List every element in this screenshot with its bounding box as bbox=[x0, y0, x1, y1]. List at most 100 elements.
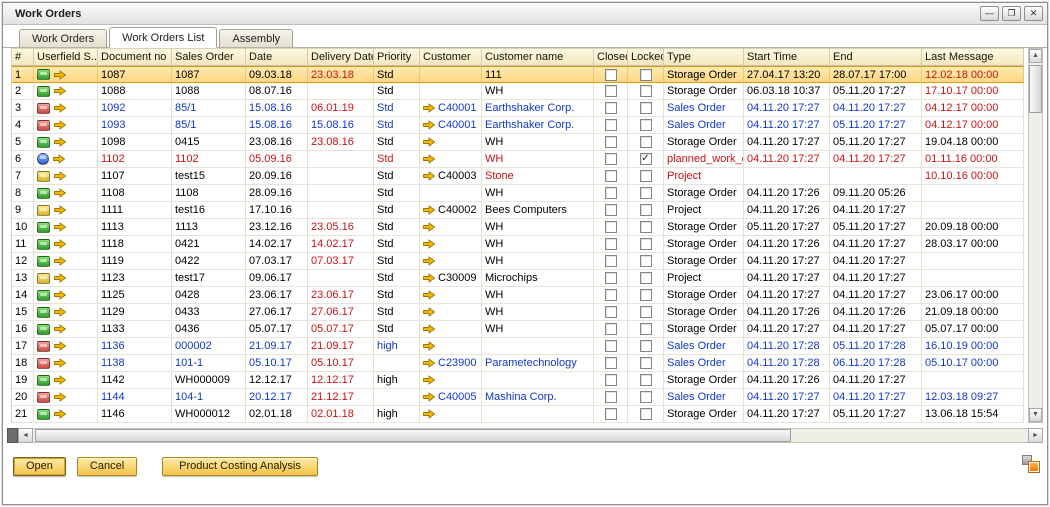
work-order-row-1[interactable]: 11087108709.03.1823.03.18Std111Storage O… bbox=[12, 66, 1024, 83]
date-cell[interactable]: 14.02.17 bbox=[246, 236, 308, 253]
sales-order-cell[interactable]: 101-1 bbox=[172, 355, 246, 372]
work-order-row-7[interactable]: 71107test1520.09.16StdC40003StoneProject… bbox=[12, 168, 1024, 185]
closed-checkbox[interactable] bbox=[605, 204, 617, 216]
closed-checkbox[interactable] bbox=[605, 391, 617, 403]
customer-link-arrow-icon[interactable] bbox=[423, 256, 435, 266]
column-header-date[interactable]: Date bbox=[246, 48, 308, 66]
priority-cell[interactable]: Std bbox=[374, 66, 420, 83]
last-message-cell[interactable] bbox=[922, 202, 1024, 219]
document-no-cell[interactable]: 1093 bbox=[98, 117, 172, 134]
delivery-date-cell[interactable]: 05.10.17 bbox=[308, 355, 374, 372]
end-cell[interactable]: 04.11.20 17:27 bbox=[830, 287, 922, 304]
document-no-cell[interactable]: 1087 bbox=[98, 66, 172, 83]
sales-order-cell[interactable]: 0436 bbox=[172, 321, 246, 338]
end-cell[interactable]: 04.11.20 17:27 bbox=[830, 253, 922, 270]
customer-cell[interactable]: C40003 bbox=[420, 168, 482, 185]
locked-checkbox[interactable] bbox=[640, 102, 652, 114]
row-number-cell[interactable]: 11 bbox=[12, 236, 34, 253]
userfield-cell[interactable] bbox=[34, 236, 98, 253]
closed-checkbox[interactable] bbox=[605, 289, 617, 301]
customer-cell[interactable]: C40001 bbox=[420, 100, 482, 117]
customer-name-cell[interactable]: WH bbox=[482, 304, 594, 321]
start-time-cell[interactable]: 04.11.20 17:28 bbox=[744, 355, 830, 372]
work-order-row-6[interactable]: 61102110205.09.16StdWH✓planned_work_o04.… bbox=[12, 151, 1024, 168]
work-order-row-11[interactable]: 111118042114.02.1714.02.17StdWHStorage O… bbox=[12, 236, 1024, 253]
delivery-date-cell[interactable]: 23.05.16 bbox=[308, 219, 374, 236]
cancel-button[interactable]: Cancel bbox=[77, 457, 137, 476]
priority-cell[interactable]: Std bbox=[374, 134, 420, 151]
document-link-arrow-icon[interactable] bbox=[54, 239, 66, 249]
document-no-cell[interactable]: 1125 bbox=[98, 287, 172, 304]
vertical-scroll-track[interactable] bbox=[1029, 63, 1042, 408]
priority-cell[interactable]: Std bbox=[374, 270, 420, 287]
work-order-row-19[interactable]: 191142WH00000912.12.1712.12.17highStorag… bbox=[12, 372, 1024, 389]
customer-link-arrow-icon[interactable] bbox=[423, 120, 435, 130]
customer-name-cell[interactable]: Bees Computers bbox=[482, 202, 594, 219]
customer-cell[interactable] bbox=[420, 83, 482, 100]
userfield-cell[interactable] bbox=[34, 168, 98, 185]
customer-cell[interactable] bbox=[420, 372, 482, 389]
userfield-cell[interactable] bbox=[34, 134, 98, 151]
sales-order-cell[interactable]: 0422 bbox=[172, 253, 246, 270]
sales-order-cell[interactable]: 85/1 bbox=[172, 100, 246, 117]
closed-checkbox[interactable] bbox=[605, 357, 617, 369]
userfield-cell[interactable] bbox=[34, 287, 98, 304]
start-time-cell[interactable]: 04.11.20 17:27 bbox=[744, 406, 830, 423]
locked-checkbox[interactable] bbox=[640, 85, 652, 97]
customer-cell[interactable] bbox=[420, 304, 482, 321]
delivery-date-cell[interactable]: 15.08.16 bbox=[308, 117, 374, 134]
document-no-cell[interactable]: 1088 bbox=[98, 83, 172, 100]
sales-order-cell[interactable]: 1108 bbox=[172, 185, 246, 202]
date-cell[interactable]: 02.01.18 bbox=[246, 406, 308, 423]
column-header-sales-order[interactable]: Sales Order bbox=[172, 48, 246, 66]
customer-link-arrow-icon[interactable] bbox=[423, 171, 435, 181]
document-link-arrow-icon[interactable] bbox=[54, 137, 66, 147]
end-cell[interactable]: 28.07.17 17:00 bbox=[830, 66, 922, 83]
date-cell[interactable]: 15.08.16 bbox=[246, 117, 308, 134]
locked-checkbox[interactable] bbox=[640, 391, 652, 403]
document-link-arrow-icon[interactable] bbox=[54, 324, 66, 334]
date-cell[interactable]: 20.09.16 bbox=[246, 168, 308, 185]
column-header-type[interactable]: Type bbox=[664, 48, 744, 66]
customer-cell[interactable] bbox=[420, 321, 482, 338]
locked-checkbox[interactable] bbox=[640, 255, 652, 267]
locked-checkbox[interactable] bbox=[640, 221, 652, 233]
delivery-date-cell[interactable]: 23.06.17 bbox=[308, 287, 374, 304]
sales-order-cell[interactable]: 0421 bbox=[172, 236, 246, 253]
type-cell[interactable]: Storage Order bbox=[664, 236, 744, 253]
delivery-date-cell[interactable]: 21.09.17 bbox=[308, 338, 374, 355]
customer-cell[interactable] bbox=[420, 134, 482, 151]
locked-checkbox[interactable] bbox=[640, 204, 652, 216]
date-cell[interactable]: 07.03.17 bbox=[246, 253, 308, 270]
end-cell[interactable]: 05.11.20 17:27 bbox=[830, 134, 922, 151]
customer-name-cell[interactable]: WH bbox=[482, 185, 594, 202]
delivery-date-cell[interactable] bbox=[308, 168, 374, 185]
customer-name-cell[interactable]: WH bbox=[482, 134, 594, 151]
locked-checkbox[interactable] bbox=[640, 238, 652, 250]
closed-checkbox[interactable] bbox=[605, 119, 617, 131]
maximize-button[interactable]: ❐ bbox=[1002, 6, 1021, 21]
customer-name-cell[interactable]: WH bbox=[482, 83, 594, 100]
customer-cell[interactable] bbox=[420, 236, 482, 253]
horizontal-scroll-thumb[interactable] bbox=[35, 429, 791, 442]
closed-checkbox[interactable] bbox=[605, 272, 617, 284]
end-cell[interactable]: 06.11.20 17:28 bbox=[830, 355, 922, 372]
document-no-cell[interactable]: 1092 bbox=[98, 100, 172, 117]
locked-checkbox[interactable] bbox=[640, 187, 652, 199]
tab-assembly[interactable]: Assembly bbox=[219, 29, 293, 48]
scroll-down-button[interactable]: ▼ bbox=[1029, 408, 1042, 422]
end-cell[interactable] bbox=[830, 168, 922, 185]
delivery-date-cell[interactable]: 07.03.17 bbox=[308, 253, 374, 270]
start-time-cell[interactable]: 04.11.20 17:26 bbox=[744, 304, 830, 321]
customer-link-arrow-icon[interactable] bbox=[423, 307, 435, 317]
date-cell[interactable]: 05.07.17 bbox=[246, 321, 308, 338]
document-link-arrow-icon[interactable] bbox=[54, 290, 66, 300]
last-message-cell[interactable]: 23.06.17 00:00 bbox=[922, 287, 1024, 304]
document-link-arrow-icon[interactable] bbox=[54, 205, 66, 215]
start-time-cell[interactable]: 04.11.20 17:27 bbox=[744, 151, 830, 168]
sales-order-cell[interactable]: 1102 bbox=[172, 151, 246, 168]
closed-checkbox[interactable] bbox=[605, 170, 617, 182]
customer-link-arrow-icon[interactable] bbox=[423, 358, 435, 368]
column-header-delivery-date[interactable]: Delivery Date bbox=[308, 48, 374, 66]
row-number-cell[interactable]: 15 bbox=[12, 304, 34, 321]
